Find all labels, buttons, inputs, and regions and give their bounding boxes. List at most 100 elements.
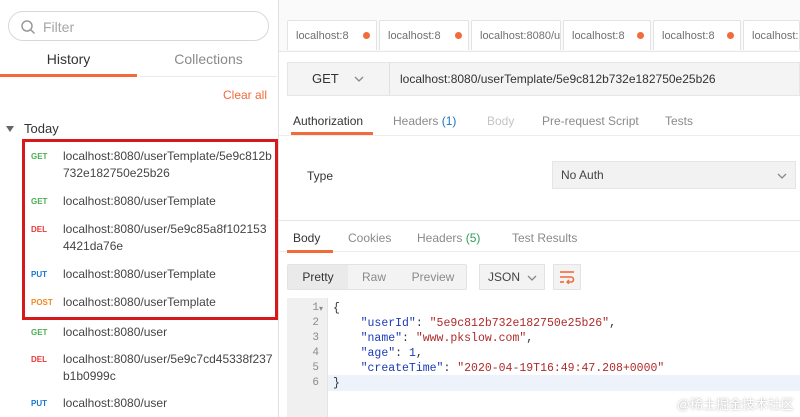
json-value: "5e9c812b732e182750e25b26" (429, 317, 610, 330)
history-item-url: localhost:8080/userTemplate (63, 267, 216, 281)
method-badge: DEL (31, 225, 47, 234)
tab-cookies[interactable]: Cookies (348, 231, 391, 245)
tab-response-headers[interactable]: Headers (5) (417, 231, 480, 245)
method-badge: POST (31, 298, 53, 307)
tab-history[interactable]: History (0, 44, 137, 77)
wrap-lines-button[interactable] (553, 264, 581, 290)
request-tab-label: localhost:8 (572, 30, 625, 42)
code-line: { (333, 302, 340, 315)
chevron-down-icon (777, 173, 787, 179)
json-comma: , (415, 347, 423, 360)
url-input[interactable] (400, 63, 780, 95)
line-number: 6 (312, 377, 319, 389)
code-line: "age": 1, (360, 347, 423, 360)
method-value: GET (312, 71, 339, 86)
auth-type-value: No Auth (561, 168, 604, 182)
request-tab[interactable]: localhost:8 (743, 20, 800, 50)
json-comma: , (526, 332, 534, 345)
history-list: GET localhost:8080/userTemplate/5e9c812b… (0, 142, 279, 417)
method-badge: GET (31, 197, 48, 206)
request-tab[interactable]: localhost:8 (287, 20, 377, 50)
unsaved-dot-icon (455, 32, 462, 39)
line-number: 3 (312, 332, 319, 344)
raw-button[interactable]: Raw (348, 265, 400, 289)
request-tab-label: localhost:8 (296, 30, 349, 42)
search-icon (21, 20, 36, 35)
line-number-gutter: 1 ▾ 2 3 4 5 6 (287, 298, 328, 417)
request-tab-label: localhost:8 (662, 30, 715, 42)
history-item[interactable]: GET localhost:8080/userTemplate/5e9c812b… (0, 142, 279, 188)
method-badge: GET (31, 328, 48, 337)
request-tab[interactable]: localhost:8 (563, 20, 651, 50)
headers-count: (1) (441, 114, 457, 128)
json-key: "userId" (360, 317, 416, 330)
code-line: "userId": "5e9c812b732e182750e25b26", (360, 317, 616, 330)
history-item[interactable]: DEL localhost:8080/user/5e9c7cd45338f237… (0, 344, 279, 390)
history-item[interactable]: PUT localhost:8080/user (0, 390, 279, 417)
code-line: } (333, 377, 340, 390)
line-number: 4 (312, 347, 319, 359)
tab-pre-request-script[interactable]: Pre-request Script (542, 114, 639, 128)
request-tab-label: localhost:8 (752, 30, 800, 42)
tab-headers-label: Headers (393, 114, 439, 128)
preview-button[interactable]: Preview (400, 265, 466, 289)
response-tabs: Body Cookies Headers (5) Test Results (279, 220, 800, 252)
json-key: "name" (360, 332, 403, 345)
group-label: Today (24, 121, 59, 136)
history-item[interactable]: PUT localhost:8080/userTemplate (0, 261, 279, 289)
method-badge: PUT (31, 270, 47, 279)
history-item-url: localhost:8080/user/5e9c85a8f1021534421d… (63, 222, 267, 253)
tab-response-headers-label: Headers (417, 231, 463, 245)
tab-response-body[interactable]: Body (293, 231, 320, 245)
clear-all-link[interactable]: Clear all (223, 88, 267, 102)
history-item[interactable]: POST localhost:8080/userTemplate (0, 289, 279, 317)
json-value: 1 (408, 347, 416, 360)
history-item[interactable]: GET localhost:8080/user (0, 317, 279, 344)
request-tab-label: localhost:8080/u (480, 30, 561, 42)
format-value: JSON (488, 270, 521, 284)
tab-body[interactable]: Body (487, 114, 514, 128)
history-item[interactable]: DEL localhost:8080/user/5e9c85a8f1021534… (0, 215, 279, 261)
tab-tests[interactable]: Tests (665, 114, 693, 128)
current-line-highlight (328, 375, 800, 391)
tab-headers[interactable]: Headers (1) (393, 114, 456, 128)
request-tab[interactable]: localhost:8080/u (471, 20, 561, 50)
request-tab[interactable]: localhost:8 (653, 20, 741, 50)
response-headers-count: (5) (465, 231, 481, 245)
caret-down-icon (6, 126, 14, 132)
method-dropdown[interactable]: GET (288, 63, 390, 95)
tab-authorization[interactable]: Authorization (293, 114, 363, 128)
pretty-button[interactable]: Pretty (288, 265, 348, 289)
sidebar: History Collections Clear all Today GET … (0, 0, 279, 417)
line-number: 5 (312, 362, 319, 374)
tab-test-results[interactable]: Test Results (512, 231, 577, 245)
auth-type-dropdown[interactable]: No Auth (552, 161, 796, 189)
history-item-url: localhost:8080/user (63, 396, 168, 410)
code-line: "name": "www.pkslow.com", (360, 332, 534, 345)
filter-input[interactable] (43, 17, 253, 37)
history-item-url: localhost:8080/user/5e9c7cd45338f237b1b0… (63, 352, 273, 383)
history-item-url: localhost:8080/user (63, 325, 168, 339)
history-item-url: localhost:8080/userTemplate (63, 194, 216, 208)
line-number: 2 (312, 317, 319, 329)
request-panel: localhost:8 localhost:8 localhost:8080/u… (279, 0, 800, 417)
json-value: "www.pkslow.com" (415, 332, 527, 345)
json-key: "age" (360, 347, 396, 360)
filter-field[interactable] (8, 11, 269, 41)
method-badge: GET (31, 152, 48, 161)
json-value: "2020-04-19T16:49:47.208+0000" (457, 362, 665, 375)
history-item-url: localhost:8080/userTemplate/5e9c812b732e… (63, 149, 272, 180)
view-mode-group: Pretty Raw Preview (287, 264, 467, 290)
history-group-today[interactable]: Today (6, 121, 59, 136)
chevron-down-icon (527, 275, 537, 281)
history-item[interactable]: GET localhost:8080/userTemplate (0, 188, 279, 215)
format-dropdown[interactable]: JSON (479, 264, 545, 290)
json-comma: , (609, 317, 616, 330)
sidebar-tabs: History Collections (0, 44, 279, 77)
request-tab[interactable]: localhost:8 (379, 20, 469, 50)
unsaved-dot-icon (363, 32, 370, 39)
request-tab-strip: localhost:8 localhost:8 localhost:8080/u… (279, 0, 800, 52)
fold-arrow-icon[interactable]: ▾ (319, 304, 323, 314)
json-key: "createTime" (360, 362, 444, 375)
tab-collections[interactable]: Collections (140, 44, 277, 77)
